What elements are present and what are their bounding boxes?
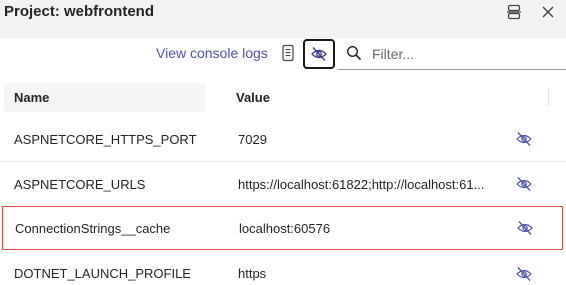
project-panel: Project: webfrontend View console logs F… — [0, 0, 566, 285]
row-name: ASPNETCORE_HTTPS_PORT — [14, 131, 197, 147]
table-row-highlighted[interactable]: ConnectionStrings__cache localhost:60576 — [2, 206, 563, 250]
column-header-value[interactable]: Value — [218, 83, 546, 112]
row-name: ASPNETCORE_URLS — [14, 176, 146, 192]
table-row[interactable]: ASPNETCORE_URLS https://localhost:61822;… — [0, 162, 566, 207]
toggle-hidden-values-button[interactable] — [303, 39, 335, 69]
close-button[interactable] — [536, 1, 560, 23]
view-console-logs-link[interactable]: View console logs — [156, 45, 268, 61]
eye-off-icon[interactable] — [515, 266, 533, 282]
row-name: DOTNET_LAUNCH_PROFILE — [14, 266, 191, 281]
column-divider[interactable] — [548, 88, 549, 106]
table-row[interactable]: ASPNETCORE_HTTPS_PORT 7029 — [0, 117, 566, 162]
eye-off-icon[interactable] — [515, 176, 533, 192]
row-value: https://localhost:61822;http://localhost… — [238, 176, 485, 192]
row-value: localhost:60576 — [239, 220, 331, 236]
row-name: ConnectionStrings__cache — [15, 220, 171, 236]
column-header-name[interactable]: Name — [4, 83, 206, 112]
row-value: https — [238, 266, 267, 281]
panel-title: Project: webfrontend — [4, 3, 155, 20]
close-icon — [542, 6, 554, 18]
toolbar: View console logs — [0, 38, 566, 74]
eye-off-icon[interactable] — [516, 220, 534, 236]
split-view-icon — [507, 4, 521, 20]
document-icon — [282, 44, 294, 62]
panel-header: Project: webfrontend — [0, 0, 566, 38]
eye-off-icon[interactable] — [515, 131, 533, 147]
filter-field[interactable] — [338, 38, 566, 70]
eye-off-icon — [311, 47, 327, 61]
row-value: 7029 — [238, 131, 267, 147]
document-button[interactable] — [280, 43, 296, 63]
filter-input[interactable] — [372, 42, 560, 66]
split-view-button[interactable] — [502, 1, 526, 23]
search-icon — [346, 45, 362, 61]
table-row[interactable]: DOTNET_LAUNCH_PROFILE https — [0, 251, 566, 285]
